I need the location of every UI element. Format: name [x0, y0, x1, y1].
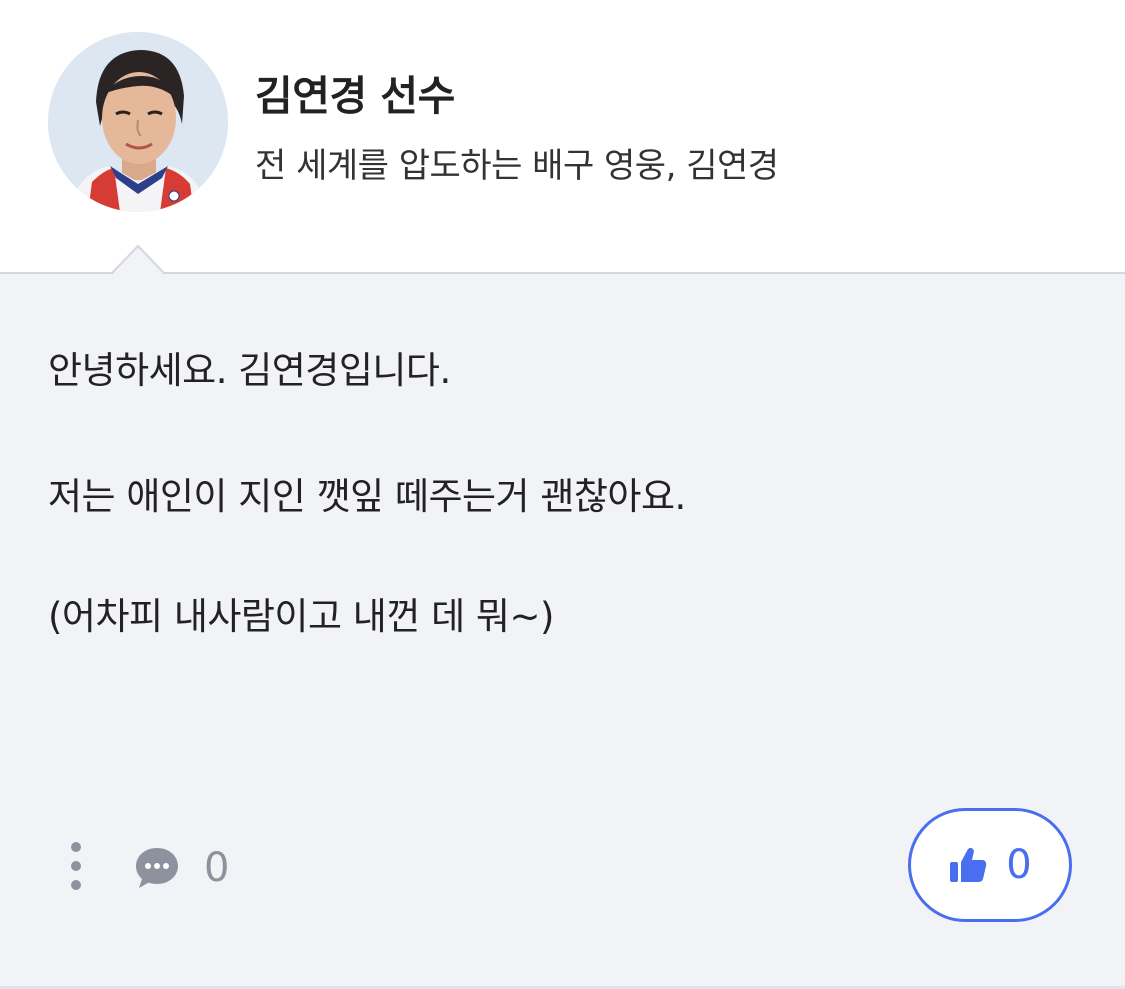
comment-button[interactable]: 0: [134, 840, 229, 896]
bubble-pointer: [112, 244, 164, 274]
more-vertical-icon: [71, 842, 81, 890]
like-count: 0: [1006, 842, 1032, 888]
author-name[interactable]: 김연경 선수: [255, 62, 455, 122]
athlete-portrait-icon: [48, 32, 228, 212]
message-line: 안녕하세요. 김연경입니다.: [48, 349, 451, 392]
author-description: 전 세계를 압도하는 배구 영웅, 김연경: [255, 146, 779, 186]
like-button[interactable]: 0: [908, 808, 1072, 922]
post-header: 김연경 선수 전 세계를 압도하는 배구 영웅, 김연경: [0, 0, 1125, 272]
post-card: 김연경 선수 전 세계를 압도하는 배구 영웅, 김연경 안녕하세요. 김연경입…: [0, 0, 1125, 989]
message-line: 저는 애인이 지인 깻잎 떼주는거 괜찮아요.: [48, 475, 686, 518]
comment-count: 0: [204, 845, 230, 891]
comment-icon: [136, 848, 178, 888]
message-line: (어차피 내사람이고 내껀 데 뭐~): [48, 595, 554, 638]
thumbs-up-icon: [950, 847, 987, 882]
avatar[interactable]: [48, 32, 228, 212]
more-options-button[interactable]: [60, 838, 92, 894]
